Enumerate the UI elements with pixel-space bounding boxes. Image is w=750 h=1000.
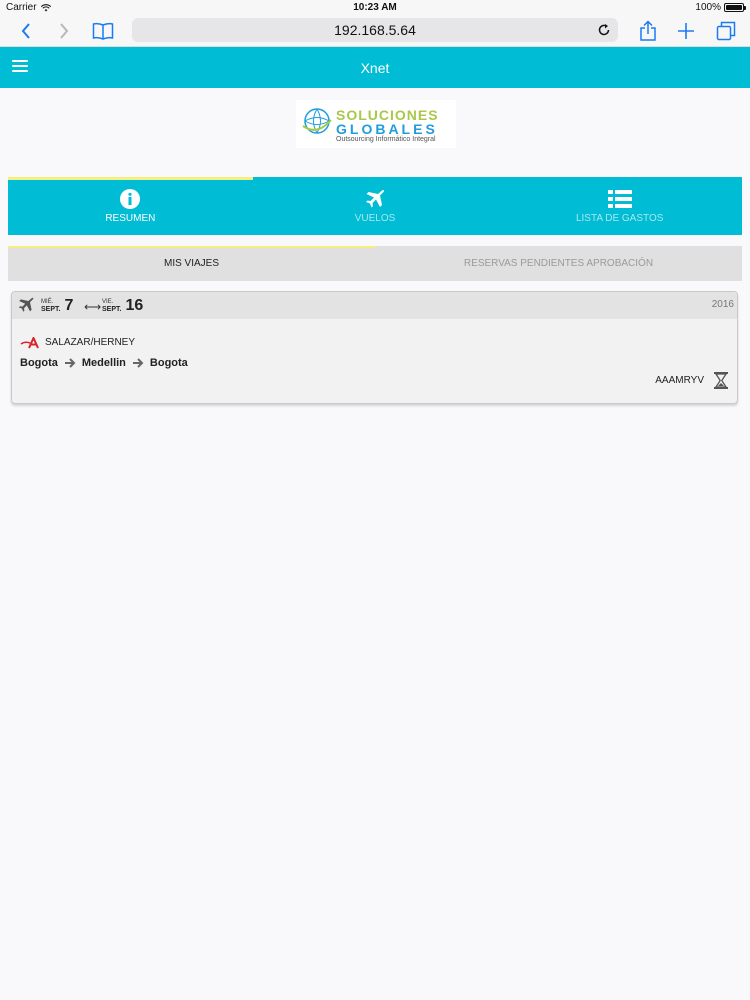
tab-lista-de-gastos-label: LISTA DE GASTOS [575,212,664,224]
route-origin: Bogota [20,357,58,369]
trip-year: 2016 [711,299,734,310]
share-icon [640,20,656,41]
logo-tagline: Outsourcing Informático Integral [336,136,436,143]
airline-logo-icon [20,337,39,349]
tab-resumen[interactable]: RESUMEN [8,177,253,235]
route-stop: Medellin [81,357,126,369]
tab-vuelos[interactable]: VUELOS [253,177,498,235]
departure-weekday: MIÉ. [41,298,54,305]
return-month: SEPT. [102,305,122,313]
tabs-icon [716,21,736,41]
route-destination: Bogota [149,357,188,369]
sub-tabs: MIS VIAJES RESERVAS PENDIENTES APROBACIÓ… [8,246,742,281]
trip-route: Bogota Medellin Bogota [20,357,188,369]
browser-toolbar: 192.168.5.64 [0,16,750,47]
return-date: VIE. SEPT. 16 [102,297,143,315]
plane-icon [366,189,385,207]
tabs-button[interactable] [714,20,738,42]
tab-resumen-label: RESUMEN [105,212,156,224]
list-icon [607,189,632,208]
return-day: 16 [125,297,144,314]
booking-locator: AAAMRYV [655,375,704,386]
arrow-right-icon [132,358,144,368]
departure-day: 7 [64,297,74,314]
tab-vuelos-label: VUELOS [354,212,396,224]
globe-logo-icon [302,108,332,134]
departure-date: MIÉ. SEPT. 7 [41,297,73,315]
battery-percent: 100% [695,2,721,13]
return-weekday: VIE. [102,298,114,305]
chevron-left-icon [21,23,30,39]
arrow-right-icon [64,358,76,368]
reload-icon[interactable] [596,22,612,38]
trip-card-header: MIÉ. SEPT. 7 ⟷ VIE. SEPT. 16 2016 [12,292,737,319]
passenger-name: SALAZAR/HERNEY [45,337,136,348]
status-bar: Carrier 10:23 AM 100% [0,0,750,16]
book-icon [92,22,114,40]
hourglass-icon [714,372,728,389]
tab-reservas-pendientes[interactable]: RESERVAS PENDIENTES APROBACIÓN [375,246,742,281]
new-tab-button[interactable] [674,20,698,42]
logo-text-line2: GLOBALES [336,121,438,137]
departure-month: SEPT. [41,305,61,313]
plus-icon [678,23,694,39]
chevron-right-icon [60,23,69,39]
main-tabs: RESUMEN VUELOS LISTA DE GASTOS [8,177,742,235]
info-icon [120,188,141,209]
date-range-arrow-icon: ⟷ [84,300,102,314]
bookmarks-button[interactable] [90,20,116,42]
forward-button[interactable] [52,20,76,42]
tab-lista-de-gastos[interactable]: LISTA DE GASTOS [497,177,742,235]
url-text: 192.168.5.64 [334,22,416,38]
battery-info: 100% [695,2,746,13]
app-header: Xnet [0,47,750,88]
app-title: Xnet [360,60,390,76]
back-button[interactable] [14,20,38,42]
share-button[interactable] [636,20,660,42]
clock: 10:23 AM [353,2,397,13]
plane-icon [18,297,34,312]
trip-card[interactable]: MIÉ. SEPT. 7 ⟷ VIE. SEPT. 16 2016 SALAZA… [11,291,738,404]
tab-mis-viajes[interactable]: MIS VIAJES [8,246,375,281]
company-logo: SOLUCIONES GLOBALES Outsourcing Informát… [296,100,456,148]
address-bar[interactable]: 192.168.5.64 [132,18,618,42]
battery-icon [724,3,746,12]
